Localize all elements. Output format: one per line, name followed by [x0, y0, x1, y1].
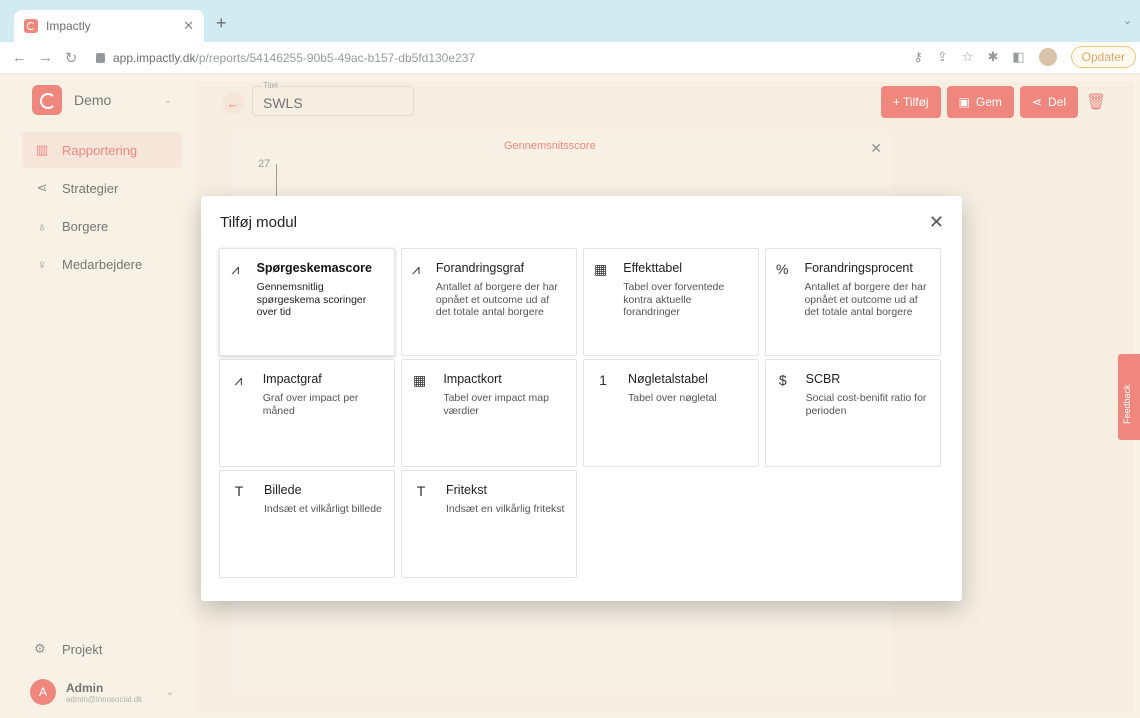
- module-card-forandringsprocent[interactable]: % Forandringsprocent Antallet af borgere …: [765, 248, 941, 356]
- module-card-impactkort[interactable]: ▦ Impactkort Tabel over impact map værdie…: [401, 359, 577, 467]
- module-title: Nøgletalstabel: [628, 372, 708, 386]
- module-card-sporgeskemascore[interactable]: ⩘ Spørgeskemascore Gennemsnitlig spørgesk…: [219, 248, 395, 356]
- module-title: Spørgeskemascore: [256, 261, 372, 275]
- line-chart-icon: ⩘: [234, 372, 243, 388]
- module-card-billede[interactable]: T Billede Indsæt et vilkårligt billede: [219, 470, 395, 578]
- module-card-fritekst[interactable]: T Fritekst Indsæt en vilkårlig fritekst: [401, 470, 577, 578]
- module-card-noegletalstabel[interactable]: 1 Nøgletalstabel Tabel over nøgletal: [583, 359, 759, 467]
- table-icon: ▦: [594, 261, 608, 277]
- line-chart-icon: ⩘: [231, 261, 240, 277]
- module-title: Impactkort: [443, 372, 502, 386]
- module-card-forandringsgraf[interactable]: ⩘ Forandringsgraf Antallet af borgere der…: [401, 248, 577, 356]
- module-description: Graf over impact per måned: [262, 392, 359, 417]
- module-description: Antallet af borgere der har opnået et ou…: [804, 281, 927, 319]
- module-grid: ⩘ Spørgeskemascore Gennemsnitlig spørgesk…: [219, 248, 943, 578]
- module-title: Forandringsgraf: [435, 261, 525, 275]
- module-title: Fritekst: [446, 483, 487, 497]
- percent-icon: %: [776, 261, 789, 277]
- module-description: Tabel over nøgletal: [628, 392, 717, 404]
- module-description: Gennemsnitlig spørgeskema scoringer over…: [256, 281, 367, 319]
- module-description: Antallet af borgere der har opnået et ou…: [435, 281, 558, 319]
- module-description: Social cost-benifit ratio for perioden: [805, 392, 927, 417]
- module-description: Indsæt en vilkårlig fritekst: [446, 503, 565, 515]
- module-card-scbr[interactable]: $ SCBR Social cost-benifit ratio for peri…: [765, 359, 941, 467]
- module-card-impactgraf[interactable]: ⩘ Impactgraf Graf over impact per måned: [219, 359, 395, 467]
- table-icon: ▦: [413, 372, 427, 388]
- module-card-effekttabel[interactable]: ▦ Effekttabel Tabel over forventede kontr…: [583, 248, 759, 356]
- module-title: Impactgraf: [262, 372, 322, 386]
- dollar-icon: $: [778, 372, 787, 388]
- line-chart-icon: ⩘: [412, 261, 420, 277]
- number-one-icon: 1: [599, 372, 607, 388]
- module-description: Tabel over forventede kontra aktuelle fo…: [623, 281, 725, 319]
- text-box-icon: T: [234, 483, 244, 499]
- module-title: Forandringsprocent: [804, 261, 913, 275]
- close-icon[interactable]: ✕: [929, 212, 944, 233]
- text-box-icon: T: [416, 483, 426, 499]
- dialog-title: Tilføj modul: [220, 214, 297, 231]
- module-description: Indsæt et vilkårligt billede: [264, 503, 382, 515]
- module-title: Billede: [264, 483, 302, 497]
- module-description: Tabel over impact map værdier: [443, 392, 549, 417]
- module-title: Effekttabel: [623, 261, 683, 275]
- add-module-dialog: Tilføj modul ✕ ⩘ Spørgeskemascore Gennems…: [201, 196, 962, 601]
- module-title: SCBR: [805, 372, 841, 386]
